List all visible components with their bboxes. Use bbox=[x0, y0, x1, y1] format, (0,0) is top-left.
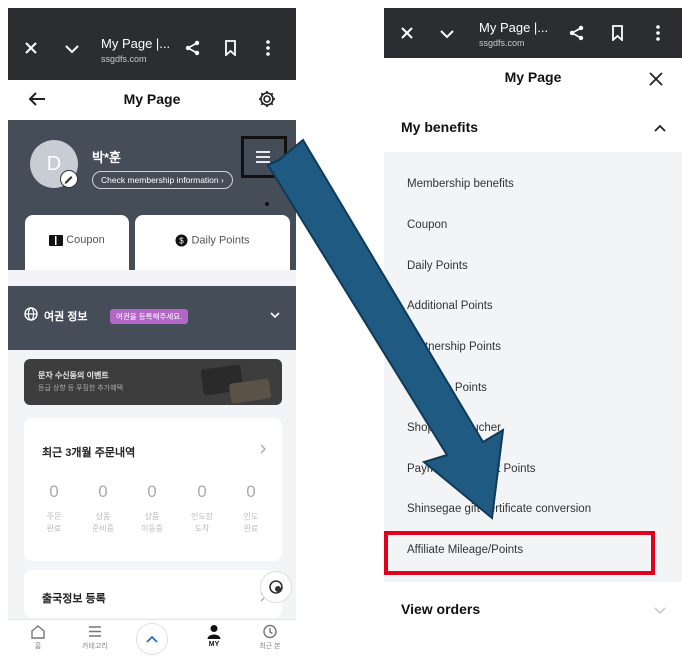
recent-orders-title: 최근 3개월 주문내역 bbox=[42, 447, 136, 459]
close-icon[interactable] bbox=[400, 26, 414, 40]
menu-item-additional-points[interactable]: Additional Points bbox=[407, 300, 493, 312]
menu-item-membership-benefits[interactable]: Membership benefits bbox=[407, 178, 514, 190]
chat-fab[interactable] bbox=[260, 571, 292, 603]
menu-icon bbox=[75, 624, 115, 639]
ticket-icon bbox=[49, 234, 64, 246]
view-orders-header[interactable]: View orders bbox=[401, 601, 480, 617]
menu-item-coupon[interactable]: Coupon bbox=[407, 219, 447, 231]
order-status-ordered[interactable]: 0 주문 완료 bbox=[34, 482, 74, 535]
person-icon bbox=[194, 624, 234, 639]
departure-info-title: 출국정보 등록 bbox=[42, 593, 106, 605]
chat-icon bbox=[268, 579, 284, 595]
menu-button-highlight[interactable] bbox=[241, 136, 287, 178]
scroll-top-button[interactable] bbox=[136, 623, 168, 655]
menu-item-payment-discount-points[interactable]: Payment Discount Points bbox=[407, 463, 535, 475]
chevron-up-icon bbox=[654, 124, 666, 132]
menu-title: My Page bbox=[504, 69, 562, 85]
chevron-down-icon bbox=[654, 607, 666, 615]
points-coin-icon: $ bbox=[175, 234, 188, 247]
my-benefits-header[interactable]: My benefits bbox=[384, 102, 682, 152]
menu-item-gift-certificate-conversion[interactable]: Shinsegae gift certificate conversion bbox=[407, 503, 591, 515]
home-icon bbox=[18, 624, 58, 639]
order-status-arrived[interactable]: 0 인도장 도착 bbox=[182, 482, 222, 535]
browser-url: ssgdfs.com bbox=[479, 38, 525, 48]
bookmark-icon[interactable] bbox=[611, 25, 624, 41]
sms-event-banner[interactable]: 문자 수신동의 이벤트 등급 상향 등 푸짐한 추가혜택 bbox=[24, 359, 282, 405]
membership-info-link[interactable]: Check membership information › bbox=[92, 171, 233, 189]
nav-my[interactable]: MY bbox=[194, 624, 234, 648]
user-name: 박*훈 bbox=[92, 150, 121, 165]
departure-info-card[interactable]: 출국정보 등록 bbox=[24, 570, 282, 618]
globe-icon bbox=[24, 307, 38, 321]
settings-gear-icon[interactable] bbox=[258, 90, 276, 108]
recent-orders-card[interactable]: 최근 3개월 주문내역 0 주문 완료 0 상품 준비중 0 상품 이동중 0 인도장… bbox=[24, 418, 282, 561]
passport-register-badge[interactable]: 여권을 등록해주세요. bbox=[110, 309, 189, 324]
bottom-navigation: 홈 카테고리 MY 최근 본 bbox=[8, 619, 296, 657]
browser-url: ssgdfs.com bbox=[101, 54, 147, 64]
browser-toolbar: My Page |... ssgdfs.com bbox=[8, 8, 296, 80]
edit-icon[interactable] bbox=[60, 170, 78, 188]
svg-text:$: $ bbox=[180, 237, 185, 246]
chevron-down-icon[interactable] bbox=[64, 44, 80, 54]
page-title: My Page bbox=[123, 91, 181, 107]
affiliate-mileage-highlight bbox=[384, 531, 655, 575]
coupon-card-label: Coupon bbox=[25, 234, 129, 246]
app-header: My Page bbox=[8, 80, 296, 120]
browser-toolbar: My Page |... ssgdfs.com bbox=[384, 8, 682, 58]
hamburger-menu-icon[interactable] bbox=[254, 149, 272, 165]
promo-line1: 문자 수신동의 이벤트 bbox=[38, 371, 109, 380]
order-status-preparing[interactable]: 0 상품 준비중 bbox=[83, 482, 123, 535]
menu-item-shopping-voucher[interactable]: Shopping Voucher bbox=[407, 422, 501, 434]
nav-recent[interactable]: 최근 본 bbox=[250, 624, 290, 651]
close-icon[interactable] bbox=[24, 41, 38, 55]
chevron-down-icon[interactable] bbox=[270, 312, 280, 318]
card-image-icon bbox=[228, 378, 272, 404]
share-icon[interactable] bbox=[569, 25, 585, 41]
indicator-dot bbox=[265, 202, 269, 206]
bookmark-icon[interactable] bbox=[224, 40, 237, 56]
share-icon[interactable] bbox=[185, 40, 201, 56]
daily-points-label: $ Daily Points bbox=[135, 234, 290, 247]
chevron-right-icon[interactable] bbox=[260, 444, 266, 454]
promo-line2: 등급 상향 등 푸짐한 추가혜택 bbox=[38, 385, 124, 392]
my-benefits-title: My benefits bbox=[401, 119, 479, 135]
left-phone-screen: My Page |... ssgdfs.com My Page D 박*훈 Ch… bbox=[8, 8, 296, 657]
order-status-moving[interactable]: 0 상품 이동중 bbox=[132, 482, 172, 535]
nav-category[interactable]: 카테고리 bbox=[75, 624, 115, 651]
right-phone-screen: My Page |... ssgdfs.com My Page My benef… bbox=[384, 8, 682, 657]
chevron-up-icon bbox=[146, 635, 158, 643]
order-status-delivered[interactable]: 0 인도 완료 bbox=[231, 482, 271, 535]
benefits-list: Membership benefits Coupon Daily Points … bbox=[384, 152, 682, 582]
more-vert-icon[interactable] bbox=[266, 40, 270, 56]
passport-info-label[interactable]: 여권 정보 bbox=[44, 308, 88, 324]
menu-item-daily-points[interactable]: Daily Points bbox=[407, 260, 468, 272]
nav-home[interactable]: 홈 bbox=[18, 624, 58, 651]
close-icon[interactable] bbox=[649, 72, 663, 86]
browser-title: My Page |... bbox=[479, 20, 549, 35]
browser-title: My Page |... bbox=[101, 36, 171, 51]
history-icon bbox=[250, 624, 290, 639]
menu-item-tax-free-points[interactable]: Tax Free Points bbox=[407, 382, 487, 394]
more-vert-icon[interactable] bbox=[656, 25, 660, 41]
menu-item-partnership-points[interactable]: Partnership Points bbox=[407, 341, 501, 353]
chevron-down-icon[interactable] bbox=[439, 29, 455, 39]
